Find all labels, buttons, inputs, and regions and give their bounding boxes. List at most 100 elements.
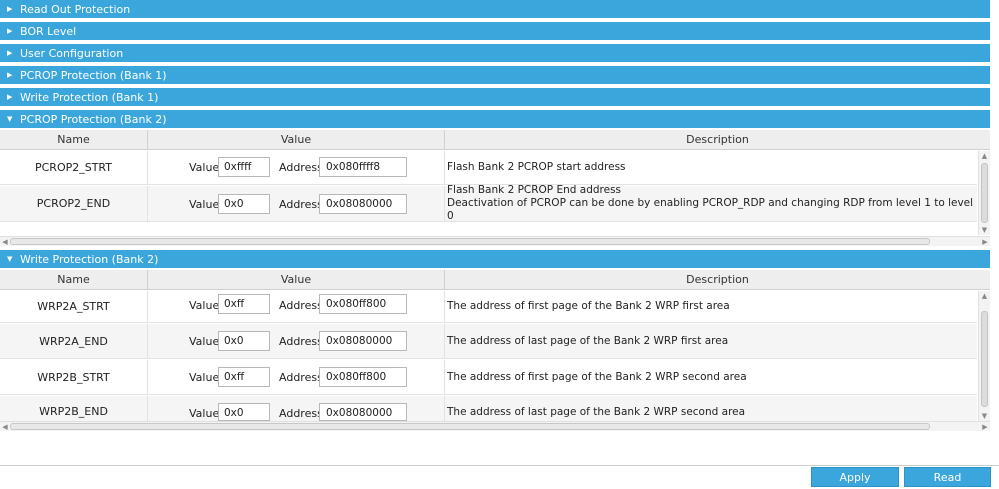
address-label: Address	[279, 335, 323, 348]
table-row: PCROP2_STRT Value 0xffff Address 0x080ff…	[0, 151, 977, 185]
scroll-thumb[interactable]	[981, 163, 988, 223]
table-row: WRP2B_END Value 0x0 Address 0x08080000 T…	[0, 396, 977, 421]
section-read-out-protection[interactable]: ▶ Read Out Protection	[0, 0, 990, 18]
description-text: The address of last page of the Bank 2 W…	[447, 405, 746, 418]
scroll-left-icon[interactable]: ◀	[0, 237, 10, 247]
address-label: Address	[279, 161, 323, 174]
pcrop-horizontal-scrollbar[interactable]: ◀ ▶	[0, 236, 990, 246]
value-input[interactable]: 0x0	[218, 403, 270, 421]
scroll-down-icon[interactable]: ▼	[979, 225, 990, 235]
expand-arrow-icon: ▶	[7, 93, 13, 101]
scroll-left-icon[interactable]: ◀	[0, 422, 10, 432]
description-text: The address of last page of the Bank 2 W…	[447, 334, 729, 347]
value-label: Value	[189, 335, 220, 348]
address-input[interactable]: 0x080ffff8	[319, 157, 407, 177]
address-label: Address	[279, 198, 323, 211]
section-label: PCROP Protection (Bank 1)	[20, 68, 167, 82]
wrp-table-header: Name Value Description	[0, 270, 990, 290]
value-label: Value	[189, 198, 220, 211]
address-label: Address	[279, 407, 323, 420]
column-value-header: Value	[148, 270, 445, 290]
value-cell: Value 0x0 Address 0x08080000	[148, 396, 445, 421]
option-name: WRP2B_END	[0, 396, 148, 421]
address-input[interactable]: 0x08080000	[319, 403, 407, 421]
value-input[interactable]: 0x0	[218, 194, 270, 214]
collapse-arrow-icon: ▼	[7, 255, 13, 263]
description-cell: Flash Bank 2 PCROP End address Deactivat…	[447, 184, 977, 222]
scroll-thumb[interactable]	[981, 311, 988, 407]
table-row: PCROP2_END Value 0x0 Address 0x08080000 …	[0, 184, 977, 222]
scroll-thumb[interactable]	[10, 238, 930, 245]
footer-divider	[0, 465, 999, 466]
value-label: Value	[189, 161, 220, 174]
address-input[interactable]: 0x08080000	[319, 331, 407, 351]
value-label: Value	[189, 299, 220, 312]
option-name: WRP2A_STRT	[0, 291, 148, 322]
expand-arrow-icon: ▶	[7, 27, 13, 35]
description-cell: The address of last page of the Bank 2 W…	[447, 324, 977, 358]
collapse-arrow-icon: ▼	[7, 115, 13, 123]
value-cell: Value 0x0 Address 0x08080000	[148, 324, 445, 358]
description-text: Flash Bank 2 PCROP End address	[447, 184, 622, 196]
value-input[interactable]: 0xffff	[218, 157, 270, 177]
table-row: WRP2B_STRT Value 0xff Address 0x080ff800…	[0, 360, 977, 395]
section-label: User Configuration	[20, 46, 124, 60]
scroll-right-icon[interactable]: ▶	[980, 237, 990, 247]
description-text: Flash Bank 2 PCROP start address	[447, 161, 626, 173]
pcrop-vertical-scrollbar[interactable]: ▲ ▼	[978, 151, 990, 235]
value-cell: Value 0x0 Address 0x08080000	[148, 186, 445, 221]
column-name-header: Name	[0, 130, 148, 150]
description-cell: The address of first page of the Bank 2 …	[447, 360, 977, 394]
value-cell: Value 0xff Address 0x080ff800	[148, 291, 445, 322]
expand-arrow-icon: ▶	[7, 49, 13, 57]
option-name: WRP2A_END	[0, 324, 148, 358]
address-input[interactable]: 0x080ff800	[319, 294, 407, 314]
description-cell: The address of first page of the Bank 2 …	[447, 291, 977, 322]
section-user-configuration[interactable]: ▶ User Configuration	[0, 44, 990, 62]
section-label: PCROP Protection (Bank 2)	[20, 112, 167, 126]
wrp-vertical-scrollbar[interactable]: ▲ ▼	[978, 291, 990, 421]
expand-arrow-icon: ▶	[7, 5, 13, 13]
value-input[interactable]: 0xff	[218, 367, 270, 387]
wrp-horizontal-scrollbar[interactable]: ◀ ▶	[0, 421, 990, 431]
scroll-right-icon[interactable]: ▶	[980, 422, 990, 432]
column-description-header: Description	[686, 133, 749, 146]
section-label: Write Protection (Bank 2)	[20, 252, 159, 266]
expand-arrow-icon: ▶	[7, 71, 13, 79]
address-label: Address	[279, 299, 323, 312]
read-button[interactable]: Read	[904, 467, 991, 487]
description-note: Deactivation of PCROP can be done by ena…	[447, 197, 974, 222]
column-description-header: Description	[686, 273, 749, 286]
scroll-thumb[interactable]	[10, 423, 930, 430]
section-label: BOR Level	[20, 24, 77, 38]
section-label: Read Out Protection	[20, 2, 131, 16]
scroll-up-icon[interactable]: ▲	[979, 151, 990, 161]
value-cell: Value 0xffff Address 0x080ffff8	[148, 151, 445, 184]
value-label: Value	[189, 371, 220, 384]
scroll-up-icon[interactable]: ▲	[979, 291, 990, 301]
address-input[interactable]: 0x08080000	[319, 194, 407, 214]
description-text: The address of first page of the Bank 2 …	[447, 300, 730, 312]
apply-button[interactable]: Apply	[811, 467, 899, 487]
scroll-down-icon[interactable]: ▼	[979, 411, 990, 421]
option-name: PCROP2_END	[0, 186, 148, 221]
option-name: WRP2B_STRT	[0, 360, 148, 394]
section-bor-level[interactable]: ▶ BOR Level	[0, 22, 990, 40]
option-name: PCROP2_STRT	[0, 151, 148, 184]
value-cell: Value 0xff Address 0x080ff800	[148, 360, 445, 394]
value-label: Value	[189, 407, 220, 420]
section-pcrop-bank1[interactable]: ▶ PCROP Protection (Bank 1)	[0, 66, 990, 84]
value-input[interactable]: 0xff	[218, 294, 270, 314]
pcrop-table-header: Name Value Description	[0, 130, 990, 150]
description-text: The address of first page of the Bank 2 …	[447, 370, 747, 383]
column-name-header: Name	[0, 270, 148, 290]
value-input[interactable]: 0x0	[218, 331, 270, 351]
section-pcrop-bank2[interactable]: ▼ PCROP Protection (Bank 2)	[0, 110, 990, 128]
address-label: Address	[279, 371, 323, 384]
section-write-protection-bank2[interactable]: ▼ Write Protection (Bank 2)	[0, 250, 990, 268]
description-cell: The address of last page of the Bank 2 W…	[447, 396, 977, 421]
address-input[interactable]: 0x080ff800	[319, 367, 407, 387]
description-cell: Flash Bank 2 PCROP start address	[447, 151, 977, 184]
table-row: WRP2A_STRT Value 0xff Address 0x080ff800…	[0, 291, 977, 323]
section-write-protection-bank1[interactable]: ▶ Write Protection (Bank 1)	[0, 88, 990, 106]
